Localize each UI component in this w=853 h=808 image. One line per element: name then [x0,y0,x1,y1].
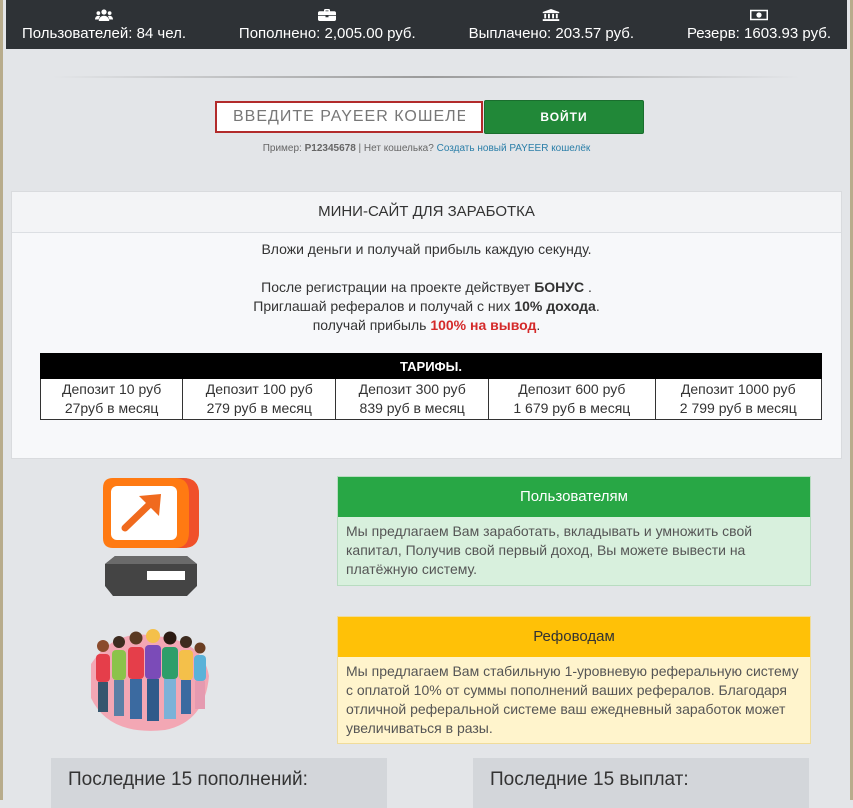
tariff-profit: 27руб в месяц [64,400,159,416]
panel-title: МИНИ-САЙТ ДЛЯ ЗАРАБОТКА [12,192,841,233]
last-payouts-box: Последние 15 выплат: [473,758,809,808]
money-icon [749,9,768,20]
referrers-card-title: Рефоводам [338,617,810,657]
referrers-card-text: Мы предлагаем Вам стабильную 1-уровневую… [338,657,810,743]
users-icon [95,8,113,21]
tariff-deposit: Депозит 1000 руб [680,381,796,397]
line3-end: . [595,298,600,314]
users-card-text: Мы предлагаем Вам заработать, вкладывать… [338,517,810,585]
panel-line-1: Вложи деньги и получай прибыль каждую се… [261,241,592,257]
bonus-text: БОНУС [534,279,585,295]
line2-end: . [584,279,592,295]
stat-users: Пользователей: 84 чел. [22,0,186,49]
tariff-cell: Депозит 10 руб 27руб в месяц [39,378,184,420]
tariff-cell: Депозит 600 руб 1 679 руб в месяц [488,378,656,420]
create-wallet-link[interactable]: Создать новый PAYEER кошелёк [437,143,591,154]
tariff-cell: Депозит 1000 руб 2 799 руб в месяц [654,378,823,420]
tariff-profit: 279 руб в месяц [206,400,312,416]
last-deposits-box: Последние 15 пополнений: [51,758,387,808]
wallet-hint: Пример: P12345678 | Нет кошелька? Создат… [3,143,850,154]
briefcase-icon [318,8,337,21]
login-button[interactable]: ВОЙТИ [484,100,644,134]
stat-paid-text: Выплачено: 203.57 руб. [468,24,635,42]
bank-icon [543,8,560,21]
panel-line-3: Приглашай рефералов и получай с них 10% … [12,297,841,316]
tariff-deposit: Депозит 300 руб [358,381,466,397]
line4-end: . [536,317,541,333]
tariff-deposit: Депозит 10 руб [62,381,162,397]
login-form: ВОЙТИ [215,100,644,134]
stat-deposited: Пополнено: 2,005.00 руб. [239,0,416,49]
people-icon [91,629,209,731]
hint-example: P12345678 [304,143,356,154]
stat-deposited-text: Пополнено: 2,005.00 руб. [238,24,416,42]
panel-line-2: После регистрации на проекте действует Б… [12,278,841,297]
stat-reserve-text: Резерв: 1603.93 руб. [686,24,831,42]
stats-bar: Пользователей: 84 чел. Пополнено: 2,005.… [6,0,847,49]
panel-line-4: получай прибыль 100% на вывод. [12,316,841,335]
stat-users-text: Пользователей: 84 чел. [22,24,187,42]
stat-reserve: Резерв: 1603.93 руб. [687,0,831,49]
tariffs-table: ТАРИФЫ. Депозит 10 руб 27руб в месяц Депо… [39,353,823,420]
payeer-wallet-input[interactable] [215,101,483,133]
line3-text: Приглашай рефералов и получай с них [253,298,515,314]
referrers-card: Рефоводам Мы предлагаем Вам стабильную 1… [337,616,811,744]
divider-line [53,76,800,78]
tariff-deposit: Депозит 600 руб [518,381,626,397]
tariff-deposit: Депозит 100 руб [205,381,313,397]
tariffs-title: ТАРИФЫ. [40,353,822,379]
tariff-cell: Депозит 100 руб 279 руб в месяц [182,378,337,420]
computer-icon [103,478,199,596]
withdraw-text: 100% на вывод [430,317,537,333]
panel-body: Вложи деньги и получай прибыль каждую се… [12,233,841,335]
tariff-profit: 839 руб в месяц [359,400,465,416]
hint-middle: | Нет кошелька? [355,143,437,154]
stat-paid: Выплачено: 203.57 руб. [469,0,634,49]
tariff-cell: Депозит 300 руб 839 руб в месяц [335,378,490,420]
tariff-profit: 2 799 руб в месяц [679,400,797,416]
users-card: Пользователям Мы предлагаем Вам заработа… [337,476,811,586]
line2-text: После регистрации на проекте действует [261,279,535,295]
users-card-title: Пользователям [338,477,810,517]
line4-text: получай прибыль [312,317,431,333]
referral-income-text: 10% дохода [514,298,596,314]
mini-site-panel: МИНИ-САЙТ ДЛЯ ЗАРАБОТКА Вложи деньги и п… [11,191,842,459]
tariff-profit: 1 679 руб в месяц [513,400,631,416]
hint-prefix: Пример: [262,143,305,154]
